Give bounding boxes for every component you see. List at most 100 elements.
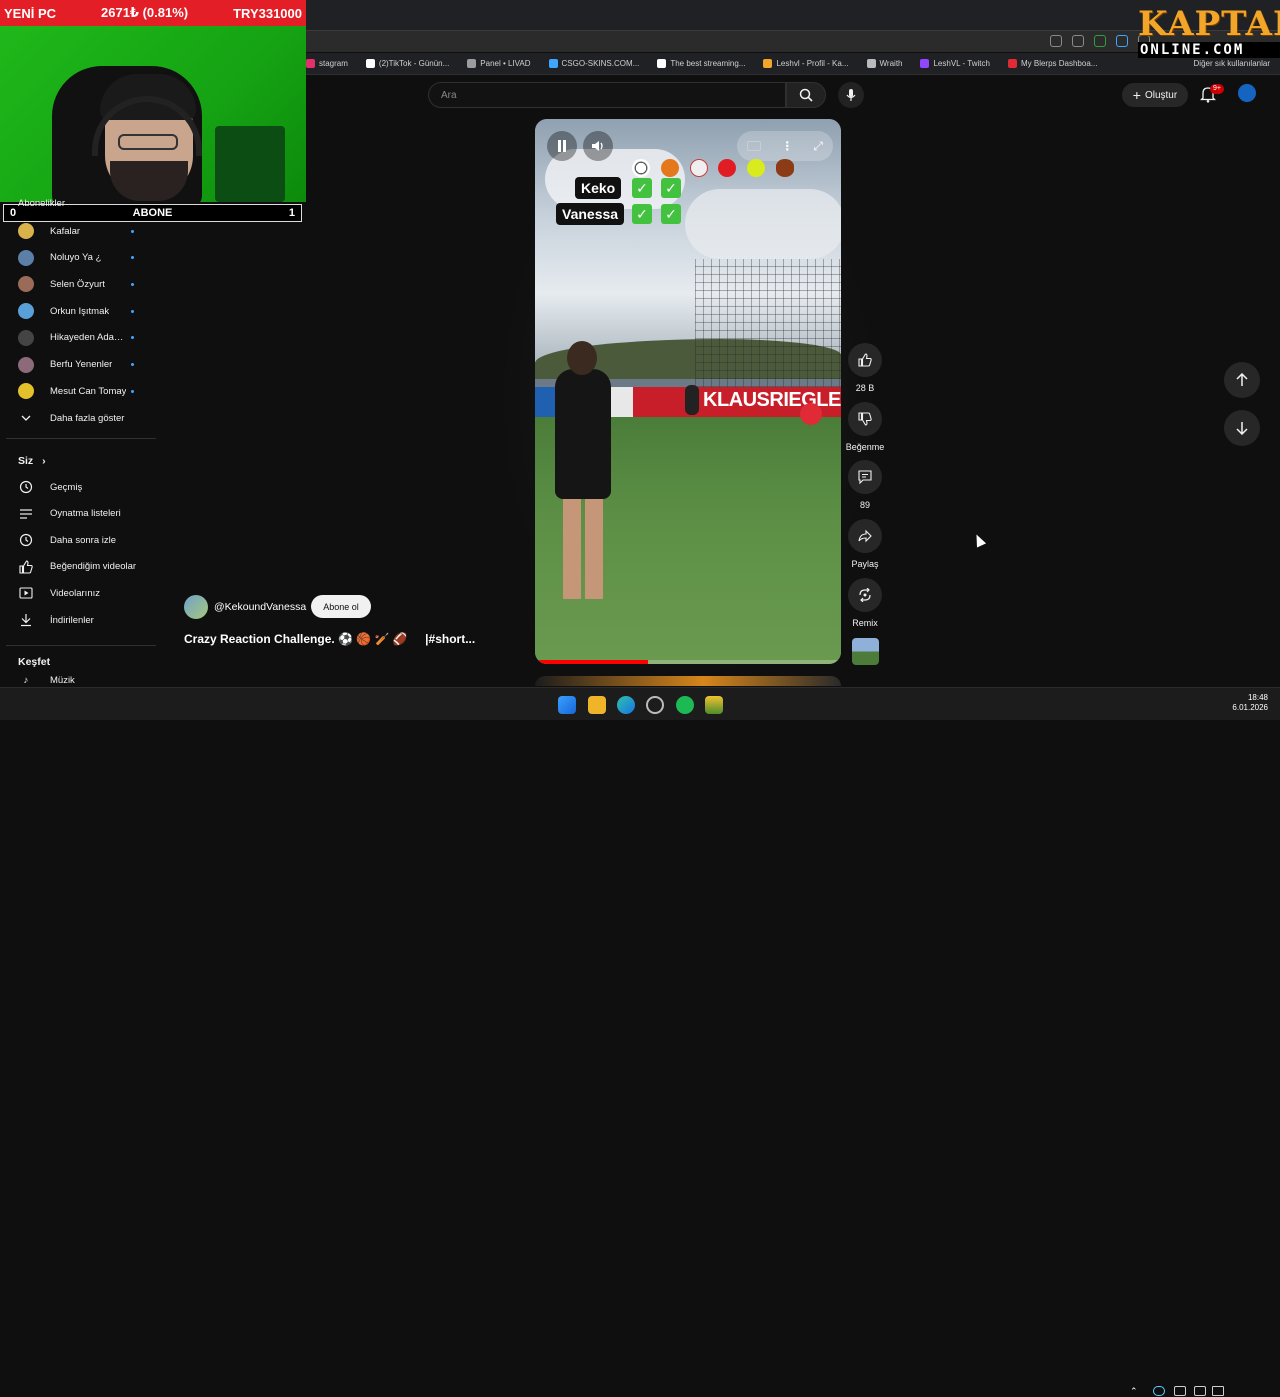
subscription-item[interactable]: Kafalar [18, 218, 148, 244]
keyboard-tray-icon[interactable] [1174, 1386, 1186, 1396]
dislike-action[interactable]: Beğenme [845, 402, 885, 452]
sidebar-item-history[interactable]: Geçmiş [18, 474, 82, 500]
short-video-player[interactable]: KLAUSRIEGLER ⋮ ⤢ Keko ✓ ✓ Vanessa ✓ ✓ [535, 119, 841, 664]
channel-avatar[interactable] [184, 595, 208, 619]
subscription-label: Noluyo Ya ¿ [50, 252, 102, 264]
more-options-icon[interactable]: ⋮ [781, 139, 793, 153]
red-ball-icon [718, 159, 736, 177]
subscriptions-title[interactable]: Abonelikler [18, 198, 65, 209]
show-more-label: Daha fazla göster [50, 412, 125, 424]
bookmark-item[interactable]: My Blerps Dashboa... [1007, 59, 1097, 68]
subscribe-button[interactable]: Abone ol [311, 595, 371, 618]
subscription-item[interactable]: Mesut Can Tomay [18, 378, 148, 404]
app-icon-2[interactable] [705, 696, 723, 714]
bookmark-favicon-icon [467, 59, 477, 68]
sidebar-item-playlists[interactable]: Oynatma listeleri [18, 501, 121, 527]
extension-icon-2[interactable] [1116, 35, 1128, 47]
bookmark-item[interactable]: Leshvl - Profil - Ka... [763, 59, 849, 68]
tray-chevron-icon[interactable]: ⌃ [1130, 1386, 1142, 1396]
dislike-button[interactable] [848, 402, 882, 436]
bookmark-item[interactable]: CSGO-SKINS.COM... [548, 59, 640, 68]
video-title-text: Crazy Reaction Challenge. ⚽ 🏀 🏏 🏈 [184, 632, 408, 646]
search-button[interactable] [786, 82, 826, 108]
comments-button[interactable] [848, 460, 882, 494]
bookmark-label: stagram [319, 59, 348, 68]
pause-button[interactable] [547, 131, 577, 161]
next-short-button[interactable] [1224, 410, 1260, 446]
bookmark-label: CSGO-SKINS.COM... [561, 59, 640, 68]
extension-icon[interactable] [1094, 35, 1106, 47]
new-content-dot [131, 256, 134, 260]
comments-action[interactable]: 89 [845, 460, 885, 510]
kaptan-online-logo: KAPTAN ONLINE.COM [1138, 6, 1280, 64]
account-avatar[interactable] [1238, 84, 1256, 102]
sidebar-item-music[interactable]: ♪ Müzik [18, 673, 75, 687]
microphone-icon [846, 89, 856, 101]
bookmark-favicon-icon [763, 59, 773, 68]
logo-subtitle: ONLINE.COM [1138, 42, 1280, 58]
share-action[interactable]: Paylaş [845, 519, 885, 569]
bookmark-item[interactable]: (2)TikTok - Günün... [365, 59, 449, 68]
bookmark-item[interactable]: Panel • LIVAD [467, 59, 531, 68]
search-input[interactable]: Ara [428, 82, 786, 108]
subscription-item[interactable]: Selen Özyurt [18, 271, 148, 297]
mic-tray-icon[interactable] [1153, 1386, 1165, 1396]
remix-button[interactable] [848, 578, 882, 612]
subscription-item[interactable]: Noluyo Ya ¿ [18, 245, 148, 271]
thumbs-up-icon [858, 353, 872, 367]
video-title[interactable]: Crazy Reaction Challenge. ⚽ 🏀 🏏 🏈 |#shor… [184, 632, 475, 646]
video-progress-bar[interactable] [535, 660, 841, 664]
subscription-item[interactable]: Hikayeden Adam... [18, 325, 148, 351]
channel-name[interactable]: @KekoundVanessa [214, 601, 306, 613]
voice-search-button[interactable] [838, 82, 864, 108]
spotify-icon[interactable] [676, 696, 694, 714]
sidebar-item-label: Videolarınız [50, 587, 100, 599]
like-action[interactable]: 28 B [845, 343, 885, 393]
show-more-button[interactable]: Daha fazla göster [18, 405, 124, 431]
split-screen-icon[interactable] [1050, 35, 1062, 47]
new-content-dot [131, 282, 134, 286]
new-content-dot [131, 336, 134, 340]
edge-browser-icon[interactable] [617, 696, 635, 714]
fullscreen-icon[interactable]: ⤢ [813, 139, 823, 154]
bookmark-item[interactable]: stagram [306, 59, 348, 68]
volume-tray-icon[interactable] [1212, 1386, 1224, 1396]
file-explorer-icon[interactable] [588, 696, 606, 714]
bookmark-favicon-icon [920, 59, 930, 68]
like-button[interactable] [848, 343, 882, 377]
sidebar-item-watch-later[interactable]: Daha sonra izle [18, 527, 116, 553]
you-section-title[interactable]: Siz › [18, 455, 46, 467]
app-icon[interactable] [646, 696, 664, 714]
display-tray-icon[interactable] [1194, 1386, 1206, 1396]
next-short-preview[interactable] [535, 676, 841, 686]
check-icon: ✓ [632, 178, 652, 198]
sidebar-item-liked[interactable]: Beğendiğim videolar [18, 554, 136, 580]
volume-button[interactable] [583, 131, 613, 161]
subscription-label: Berfu Yenenler [50, 359, 113, 370]
bookmark-item[interactable]: Wraith [866, 59, 902, 68]
previous-short-button[interactable] [1224, 362, 1260, 398]
bookmark-label: Panel • LIVAD [480, 59, 531, 68]
browser-address-bar[interactable] [306, 30, 1280, 52]
bookmark-item[interactable]: LeshVL - Twitch [920, 59, 990, 68]
subscription-item[interactable]: Berfu Yenenler [18, 352, 148, 378]
bookmark-item[interactable]: The best streaming... [657, 59, 745, 68]
create-button[interactable]: + Oluştur [1122, 83, 1188, 107]
bookmark-favicon-icon [1007, 59, 1017, 68]
bookmarks-bar: stagram (2)TikTok - Günün... Panel • LIVAD… [306, 53, 1280, 75]
ticker-price: TRY331000 [233, 5, 302, 21]
sidebar-divider [6, 438, 156, 439]
clock[interactable]: 18:48 6.01.2026 [1232, 693, 1268, 713]
favorite-star-icon[interactable] [1072, 35, 1084, 47]
sound-thumbnail[interactable] [852, 638, 879, 665]
new-content-dot [131, 389, 134, 393]
subscription-item[interactable]: Orkun Işıtmak [18, 298, 148, 324]
remix-action[interactable]: Remix [845, 578, 885, 628]
sidebar-item-downloads[interactable]: İndirilenler [18, 607, 94, 633]
explore-title: Keşfet [18, 656, 51, 668]
windows-start-icon[interactable] [558, 696, 576, 714]
share-button[interactable] [848, 519, 882, 553]
sidebar-item-your-videos[interactable]: Videolarınız [18, 580, 100, 606]
captions-icon[interactable] [747, 141, 762, 151]
sidebar-item-label: İndirilenler [50, 614, 94, 626]
